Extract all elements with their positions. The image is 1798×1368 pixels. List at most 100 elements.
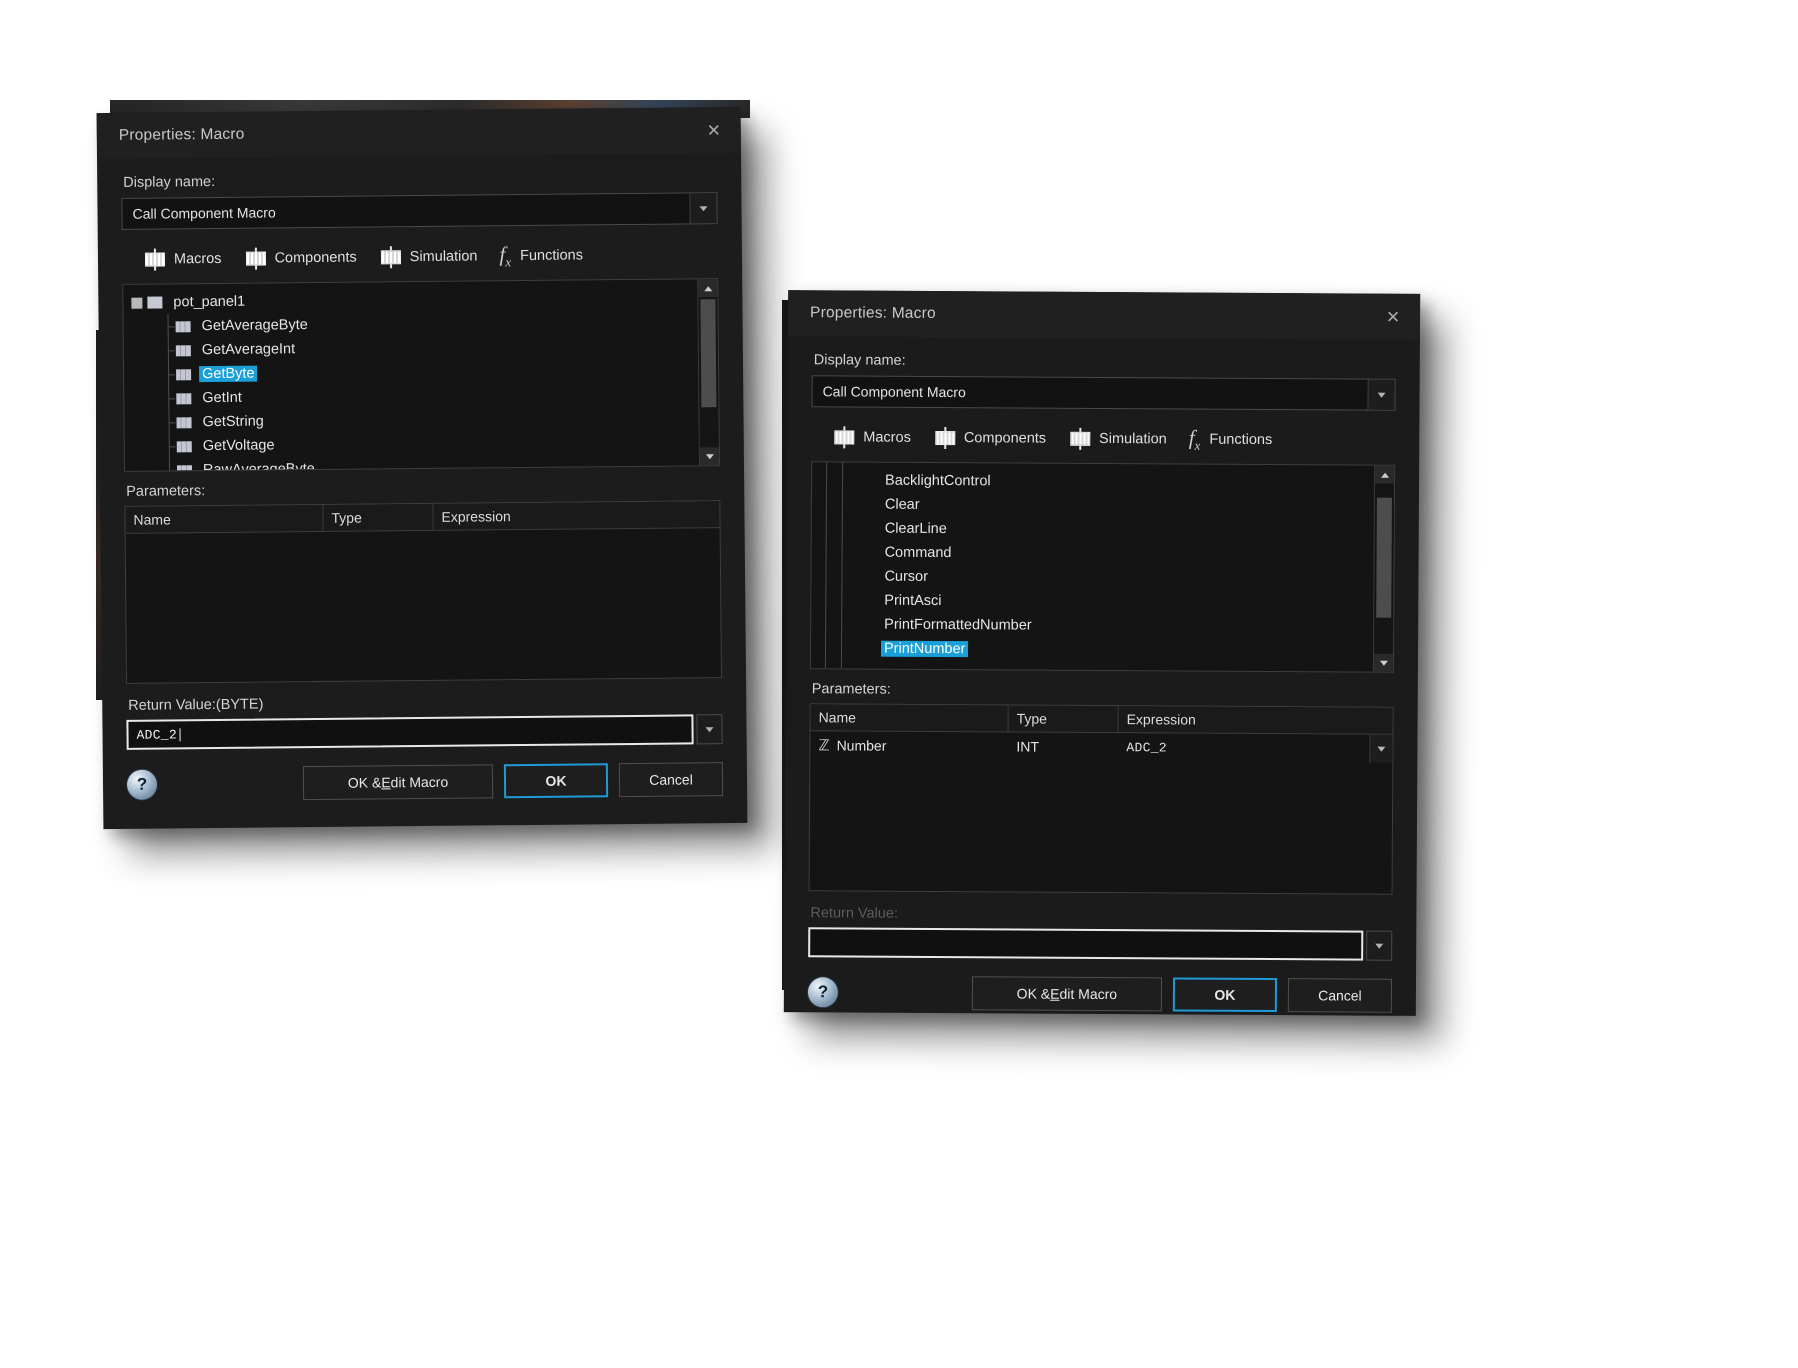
column-header-name: Name	[125, 505, 324, 534]
scroll-up-icon[interactable]	[1375, 465, 1395, 484]
dialog1-body: Display name: Call Component Macro Macro…	[97, 153, 747, 751]
dialog2-display-name-value[interactable]: Call Component Macro	[813, 376, 1368, 409]
column-header-type: Type	[1008, 705, 1119, 733]
expander-minus-icon[interactable]	[131, 297, 143, 309]
column-header-type: Type	[323, 504, 434, 532]
tree-item-label: GetVoltage	[202, 437, 275, 455]
tab-components-label: Components	[274, 249, 357, 267]
tree-item[interactable]: Clear	[812, 492, 1374, 519]
scroll-down-icon[interactable]	[1373, 653, 1393, 672]
macro-chip-icon	[176, 392, 192, 405]
dialog1-display-name-value[interactable]: Call Component Macro	[122, 193, 689, 228]
tab-functions[interactable]: fx Functions	[1186, 426, 1276, 455]
tree-item-selected[interactable]: PrintNumber	[811, 636, 1373, 663]
dialog1-display-name-label: Display name:	[123, 173, 216, 191]
tree-item[interactable]: BacklightControl	[812, 468, 1374, 495]
component-chip-icon	[379, 246, 403, 269]
cancel-button[interactable]: Cancel	[618, 762, 724, 798]
ok-edit-macro-button[interactable]: OK & Edit Macro	[971, 976, 1163, 1012]
chevron-down-icon[interactable]	[1369, 734, 1393, 763]
help-icon[interactable]: ?	[126, 769, 158, 801]
tree-item[interactable]: Cursor	[811, 564, 1373, 591]
dialog2-display-name-combo[interactable]: Call Component Macro	[811, 375, 1396, 411]
tab-simulation[interactable]: Simulation	[1065, 427, 1170, 451]
scroll-down-icon[interactable]	[699, 447, 719, 466]
return-value-input[interactable]	[808, 927, 1364, 961]
component-chip-icon	[933, 427, 957, 450]
folder-icon	[147, 296, 163, 309]
tab-components[interactable]: Components	[240, 247, 359, 270]
tab-macros[interactable]: Macros	[829, 426, 914, 449]
parameter-name-text: Number	[836, 737, 887, 754]
tree-item-label: Clear	[884, 496, 920, 514]
tree-item[interactable]: Command	[812, 540, 1374, 567]
tree-item[interactable]: PrintAsci	[811, 588, 1373, 615]
dialog2-tree-scrollbar[interactable]	[1372, 465, 1395, 672]
dialog2-tabstrip[interactable]: Macros Components Simulation fx Function…	[811, 407, 1395, 465]
close-icon[interactable]: ✕	[1380, 304, 1406, 330]
dialog1-tabstrip[interactable]: Macros Components Simulation fx Function…	[122, 224, 718, 284]
dialog1-parameters-label: Parameters:	[126, 483, 206, 501]
help-icon[interactable]: ?	[807, 977, 839, 1008]
tree-item-label: GetAverageByte	[201, 317, 308, 335]
cancel-button[interactable]: Cancel	[1287, 978, 1393, 1013]
tree-item[interactable]: ClearLine	[812, 516, 1374, 543]
dialog1-tree-scrollbar[interactable]	[697, 279, 719, 466]
dialog1-parameters-table[interactable]: Name Type Expression	[124, 500, 723, 685]
tab-functions[interactable]: fx Functions	[496, 241, 586, 270]
tree-item-label: GetByte	[199, 365, 258, 383]
parameter-expression-cell[interactable]: ADC_2	[1118, 733, 1393, 763]
chevron-down-icon[interactable]	[1366, 930, 1393, 961]
dialog2-parameters-table[interactable]: Name Type Expression ℤ Number INT ADC_2	[808, 703, 1394, 895]
tab-macros[interactable]: Macros	[140, 248, 225, 271]
dialog2-return-value-label: Return Value:	[810, 905, 899, 922]
ok-edit-macro-accesskey: E	[1050, 985, 1060, 1002]
scrollbar-track[interactable]	[1373, 483, 1395, 654]
column-header-name: Name	[810, 704, 1009, 732]
properties-macro-dialog-2[interactable]: Properties: Macro ✕ Display name: Call C…	[783, 290, 1421, 1016]
tree-item-label: PrintFormattedNumber	[884, 616, 1032, 634]
return-value-input[interactable]: ADC_2	[126, 714, 694, 751]
tab-functions-label: Functions	[519, 247, 584, 265]
parameter-name-cell[interactable]: ℤ Number	[810, 731, 1008, 760]
macro-chip-icon	[176, 368, 192, 381]
scrollbar-thumb[interactable]	[700, 299, 717, 408]
dialog1-return-value-combo[interactable]: ADC_2	[126, 714, 723, 751]
tree-item-label: Cursor	[884, 568, 929, 586]
ok-edit-macro-post: dit Macro	[1059, 985, 1118, 1003]
tab-functions-label: Functions	[1209, 431, 1273, 449]
chevron-down-icon[interactable]	[689, 193, 717, 224]
dialog2-return-value-combo[interactable]	[808, 927, 1393, 961]
tree-item[interactable]: PrintFormattedNumber	[811, 612, 1373, 639]
dialog1-return-value-label: Return Value:(BYTE)	[128, 696, 264, 715]
dialog2-title: Properties: Macro	[810, 304, 936, 322]
ok-button[interactable]: OK	[1172, 977, 1278, 1013]
dialog1-tree-nodes[interactable]: pot_panel1 GetAverageByte GetAverageInt …	[123, 280, 699, 472]
dialog2-body: Display name: Call Component Macro Macro…	[784, 336, 1420, 961]
macro-chip-icon	[175, 320, 191, 333]
tab-components-label: Components	[963, 430, 1047, 447]
dialog2-titlebar: Properties: Macro ✕	[787, 290, 1421, 340]
scrollbar-track[interactable]	[698, 297, 719, 448]
tree-item-label: PrintNumber	[880, 640, 969, 658]
column-header-expression: Expression	[1126, 711, 1196, 728]
parameter-type-cell[interactable]: INT	[1008, 733, 1118, 762]
table-row[interactable]: ℤ Number INT ADC_2	[810, 731, 1393, 763]
dialog1-macro-tree[interactable]: pot_panel1 GetAverageByte GetAverageInt …	[122, 278, 720, 473]
ok-edit-macro-button[interactable]: OK & Edit Macro	[302, 764, 494, 801]
properties-macro-dialog-1[interactable]: Properties: Macro ✕ Display name: Call C…	[96, 106, 748, 830]
chevron-down-icon[interactable]	[1367, 379, 1395, 410]
scroll-up-icon[interactable]	[698, 279, 718, 298]
macro-chip-icon	[176, 464, 193, 472]
dialog2-macro-tree[interactable]: BacklightControl Clear ClearLine Command	[809, 461, 1396, 673]
tree-item-label: RawAverageByte	[202, 461, 315, 472]
tab-components[interactable]: Components	[930, 427, 1049, 450]
dialog2-tree-nodes[interactable]: BacklightControl Clear ClearLine Command	[811, 462, 1374, 671]
chevron-down-icon[interactable]	[696, 714, 723, 745]
scrollbar-thumb[interactable]	[1376, 497, 1392, 618]
ok-button[interactable]: OK	[503, 763, 609, 799]
close-icon[interactable]: ✕	[701, 117, 727, 143]
tree-item-label: GetInt	[202, 389, 242, 407]
tab-simulation[interactable]: Simulation	[376, 246, 481, 269]
tree-item-label: PrintAsci	[884, 592, 942, 610]
